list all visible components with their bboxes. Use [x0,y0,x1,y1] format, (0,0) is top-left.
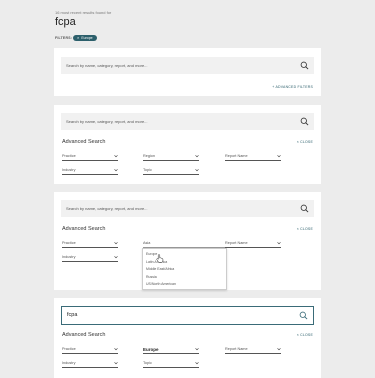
dropdown-option[interactable]: Russia [146,275,157,279]
search-input[interactable]: Search by name, category, report, and mo… [61,200,314,217]
search-panel-dropdown: Search by name, category, report, and mo… [54,192,321,290]
report-name-select[interactable]: Report Name [225,153,281,161]
topic-select[interactable]: Topic [143,167,199,175]
chevron-down-icon [114,242,118,245]
close-advanced-button[interactable]: × CLOSE [297,333,313,337]
region-select-open[interactable]: Asia [143,240,225,248]
search-value: fcpa [67,312,78,318]
region-select[interactable]: Europe [143,346,199,354]
filters-label: FILTERS: [55,36,73,40]
report-name-select[interactable]: Report Name [225,240,281,248]
results-count-text: 16 most recent results found for [55,10,112,15]
search-input[interactable]: Search by name, category, report, and mo… [61,113,314,130]
search-panel-collapsed: Search by name, category, report, and mo… [54,48,321,96]
close-advanced-button[interactable]: × CLOSE [297,140,313,144]
search-panel-advanced: Search by name, category, report, and mo… [54,105,321,184]
chevron-down-icon [114,348,118,351]
industry-select[interactable]: Industry [62,254,118,262]
search-icon[interactable] [300,204,309,213]
practice-select[interactable]: Practice [62,346,118,354]
chevron-down-icon [195,169,199,172]
report-name-select[interactable]: Report Name [225,346,281,354]
topic-select[interactable]: Topic [143,360,199,368]
advanced-filters-button[interactable]: + ADVANCED FILTERS [272,85,313,89]
search-placeholder: Search by name, category, report, and mo… [66,119,148,124]
dropdown-option[interactable]: US/North American [146,282,176,286]
search-icon[interactable] [300,117,309,126]
search-placeholder: Search by name, category, report, and mo… [66,63,148,68]
advanced-search-title: Advanced Search [62,332,106,338]
industry-select[interactable]: Industry [62,360,118,368]
close-icon[interactable]: × [77,35,79,41]
chevron-down-icon [114,362,118,365]
advanced-search-title: Advanced Search [62,226,106,232]
dropdown-option[interactable]: Middle East/Africa [146,267,174,271]
chevron-down-icon [277,155,281,158]
chevron-down-icon [195,348,199,351]
search-icon[interactable] [300,61,309,70]
chevron-down-icon [195,155,199,158]
chevron-down-icon [277,348,281,351]
filter-chip-label: Europe [81,36,93,40]
page-title: fcpa [55,16,76,28]
filter-chip-europe[interactable]: × Europe [73,35,97,41]
practice-select[interactable]: Practice [62,240,118,248]
chevron-down-icon [195,362,199,365]
search-input[interactable]: Search by name, category, report, and mo… [61,57,314,74]
chevron-down-icon [114,155,118,158]
search-panel-filled: fcpa Advanced Search × CLOSE Practice Eu… [54,298,321,378]
close-advanced-button[interactable]: × CLOSE [297,227,313,231]
chevron-down-icon [114,169,118,172]
search-icon[interactable] [299,311,308,320]
region-select[interactable]: Region [143,153,199,161]
chevron-down-icon [277,242,281,245]
search-placeholder: Search by name, category, report, and mo… [66,206,148,211]
practice-select[interactable]: Practice [62,153,118,161]
search-input-focused[interactable]: fcpa [61,306,314,325]
hand-cursor-icon [156,254,164,263]
advanced-search-title: Advanced Search [62,139,106,145]
chevron-down-icon [114,256,118,259]
region-dropdown-menu: Europe Latin America Middle East/Africa … [142,248,227,290]
industry-select[interactable]: Industry [62,167,118,175]
